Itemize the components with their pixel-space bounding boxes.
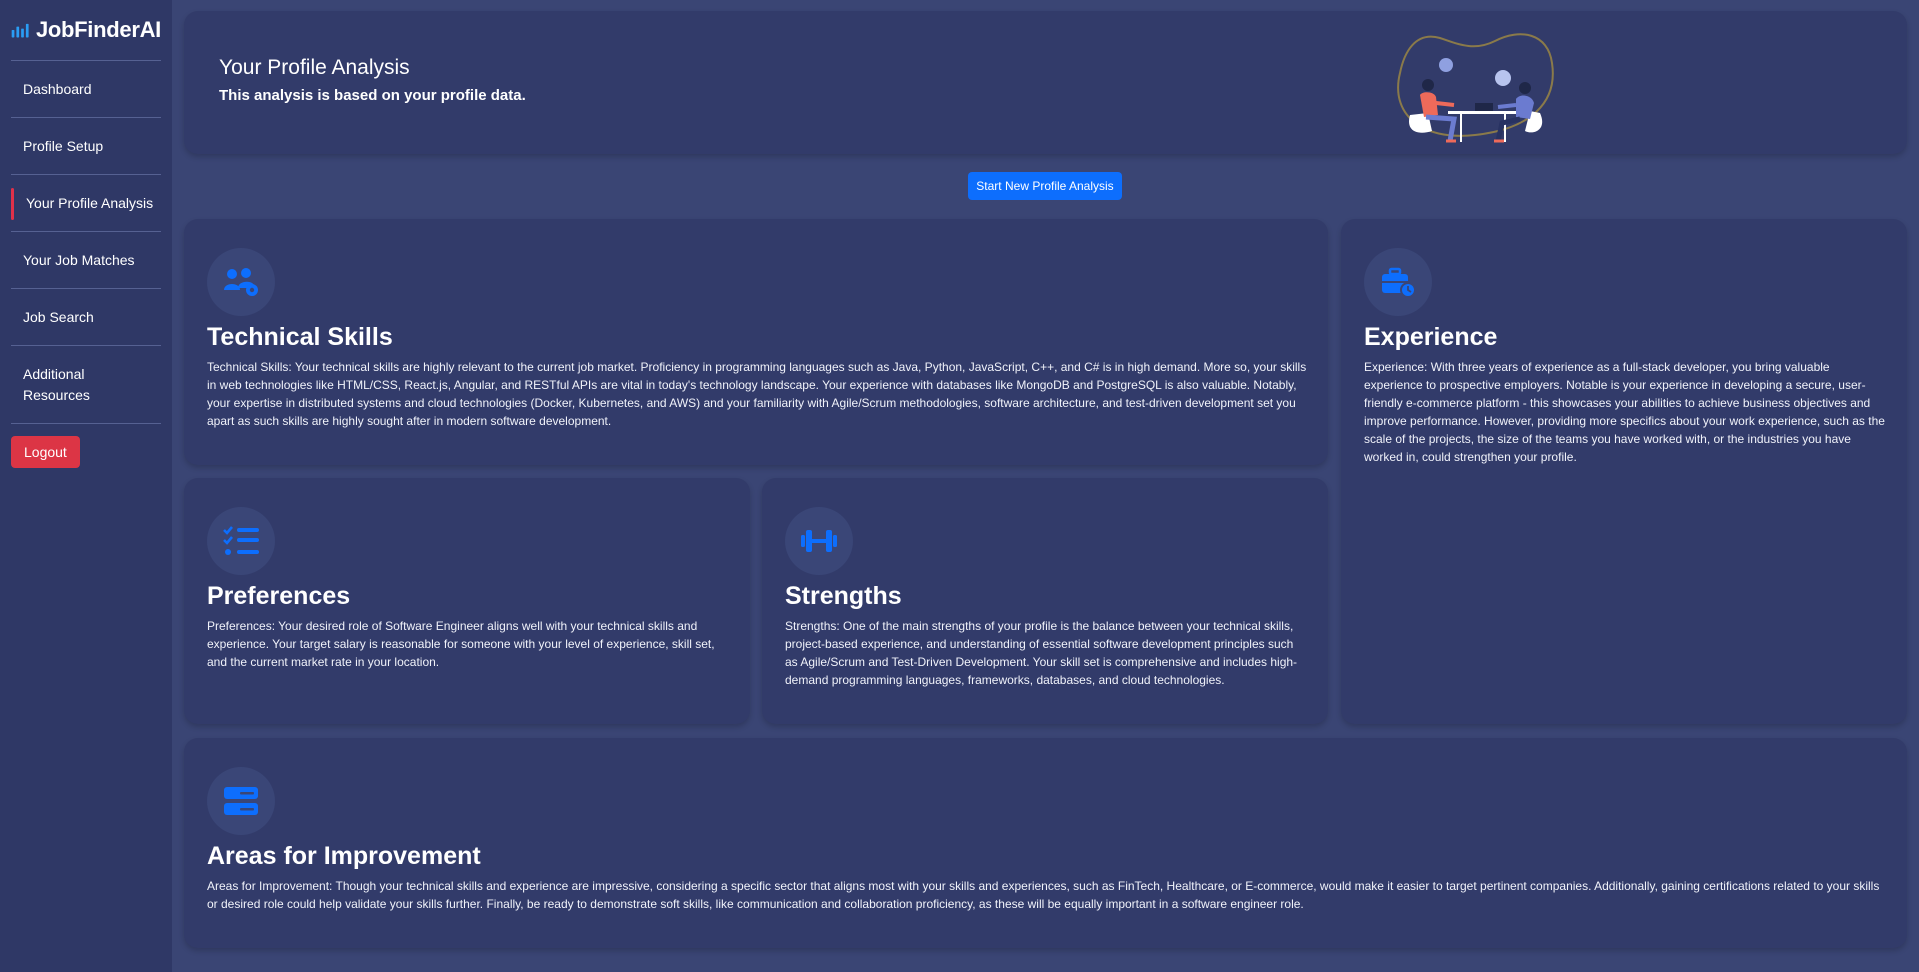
card-title: Areas for Improvement (207, 842, 481, 870)
start-new-analysis-button[interactable]: Start New Profile Analysis (968, 172, 1122, 200)
brand-name: JobFinderAI (35, 17, 161, 42)
sidebar-item-dashboard[interactable]: Dashboard (11, 61, 161, 118)
server-icon (207, 767, 275, 835)
areas-for-improvement-card: Areas for Improvement Areas for Improvem… (184, 738, 1907, 948)
card-title: Technical Skills (207, 323, 393, 351)
sidebar-item-label: Job Search (23, 309, 94, 325)
page-subtitle: This analysis is based on your profile d… (219, 87, 526, 104)
sidebar: JobFinderAI Dashboard Profile Setup Your… (0, 0, 172, 972)
strengths-card: Strengths Strengths: One of the main str… (762, 478, 1328, 724)
users-gear-icon (207, 248, 275, 316)
sidebar-item-label: Dashboard (23, 81, 92, 97)
sidebar-item-additional-resources[interactable]: Additional Resources (11, 346, 161, 424)
sidebar-item-profile-setup[interactable]: Profile Setup (11, 118, 161, 175)
logout-button[interactable]: Logout (11, 436, 80, 468)
card-title: Preferences (207, 582, 351, 610)
page-title: Your Profile Analysis (219, 56, 410, 79)
sidebar-item-profile-analysis[interactable]: Your Profile Analysis (11, 175, 161, 232)
experience-card: Experience Experience: With three years … (1341, 219, 1907, 724)
preferences-card: Preferences Preferences: Your desired ro… (184, 478, 750, 724)
card-text: Experience: With three years of experien… (1364, 360, 1885, 464)
bar-chart-logo-icon (11, 23, 29, 38)
card-text: Areas for Improvement: Though your techn… (207, 879, 1880, 911)
sidebar-item-label: Your Job Matches (23, 252, 135, 268)
header-card: Your Profile Analysis This analysis is b… (184, 11, 1907, 154)
dumbbell-icon (785, 507, 853, 575)
sidebar-item-label: Additional Resources (23, 365, 90, 403)
technical-skills-card: Technical Skills Technical Skills: Your … (184, 219, 1328, 465)
brand[interactable]: JobFinderAI (11, 0, 161, 61)
card-text: Preferences: Your desired role of Softwa… (207, 619, 715, 669)
card-text: Strengths: One of the main strengths of … (785, 619, 1298, 687)
card-text: Technical Skills: Your technical skills … (207, 360, 1307, 428)
card-title: Experience (1364, 323, 1498, 351)
meeting-illustration (1397, 33, 1554, 143)
sidebar-item-job-search[interactable]: Job Search (11, 289, 161, 346)
sidebar-item-label: Profile Setup (23, 138, 104, 154)
briefcase-clock-icon (1364, 248, 1432, 316)
checklist-icon (207, 507, 275, 575)
card-title: Strengths (785, 582, 902, 610)
sidebar-item-label: Your Profile Analysis (26, 195, 154, 211)
sidebar-item-job-matches[interactable]: Your Job Matches (11, 232, 161, 289)
